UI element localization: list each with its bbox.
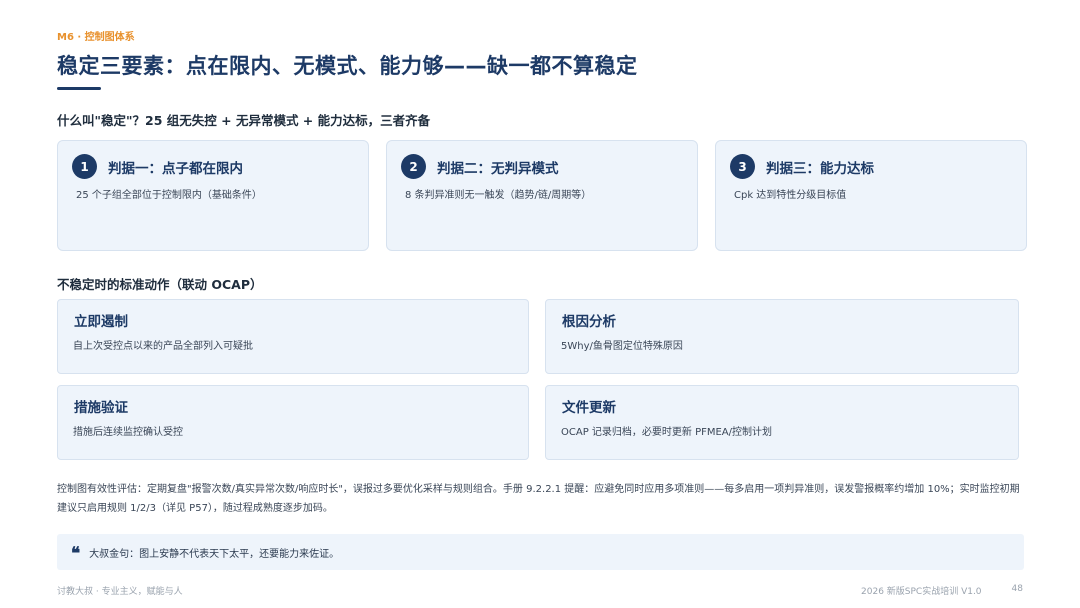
quote-text: 大叔金句：图上安静不代表天下太平，还要能力来佐证。 [89,548,340,560]
action-title: 立即遏制 [74,314,128,330]
section-subtitle: 什么叫"稳定"？25 组无失控 + 无异常模式 + 能力达标，三者齐备 [57,113,431,128]
page-number: 48 [1011,584,1023,594]
action-card-contain: 立即遏制 自上次受控点以来的产品全部列入可疑批 [57,299,529,374]
number-badge: 1 [72,154,97,179]
criterion-title: 判据一：点子都在限内 [108,160,243,177]
criterion-title: 判据三：能力达标 [766,160,874,177]
footer-course: 2026 新版SPC实战培训 V1.0 [861,587,982,597]
page-title: 稳定三要素：点在限内、无模式、能力够——缺一都不算稳定 [57,54,638,78]
number-badge: 3 [730,154,755,179]
actions-grid: 立即遏制 自上次受控点以来的产品全部列入可疑批 根因分析 5Why/鱼骨图定位特… [57,299,1019,460]
title-underline [57,87,101,90]
action-desc: 自上次受控点以来的产品全部列入可疑批 [73,341,253,352]
action-desc: OCAP 记录归档，必要时更新 PFMEA/控制计划 [561,427,773,438]
action-card-root-cause: 根因分析 5Why/鱼骨图定位特殊原因 [545,299,1019,374]
criteria-row: 1 判据一：点子都在限内 25 个子组全部位于控制限内（基础条件） 2 判据二：… [57,140,1027,251]
note-paragraph: 控制图有效性评估：定期复盘"报警次数/真实异常次数/响应时长"，误报过多要优化采… [57,484,1020,514]
action-title: 根因分析 [562,314,616,330]
footer-meta: 2026 新版SPC实战培训 V1.0 48 [861,584,1023,597]
action-title: 措施验证 [74,400,128,416]
action-title: 文件更新 [562,400,616,416]
action-desc: 5Why/鱼骨图定位特殊原因 [561,341,683,352]
criterion-card-3: 3 判据三：能力达标 Cpk 达到特性分级目标值 [715,140,1027,251]
criterion-desc: 8 条判异准则无一触发（趋势/链/周期等） [405,190,592,201]
section-eyebrow: M6 · 控制图体系 [57,32,135,43]
footer-brand: 讨教大叔 · 专业主义，赋能与人 [57,587,183,597]
quote-box: ❝ 大叔金句：图上安静不代表天下太平，还要能力来佐证。 [57,534,1024,570]
criterion-card-2: 2 判据二：无判异模式 8 条判异准则无一触发（趋势/链/周期等） [386,140,698,251]
quote-icon: ❝ [71,543,81,564]
actions-heading: 不稳定时的标准动作（联动 OCAP） [57,277,263,292]
criterion-desc: Cpk 达到特性分级目标值 [734,190,847,201]
action-desc: 措施后连续监控确认受控 [73,427,183,438]
criterion-title: 判据二：无判异模式 [437,160,559,177]
criterion-card-1: 1 判据一：点子都在限内 25 个子组全部位于控制限内（基础条件） [57,140,369,251]
number-badge: 2 [401,154,426,179]
criterion-desc: 25 个子组全部位于控制限内（基础条件） [76,190,262,201]
action-card-verify: 措施验证 措施后连续监控确认受控 [57,385,529,460]
action-card-document: 文件更新 OCAP 记录归档，必要时更新 PFMEA/控制计划 [545,385,1019,460]
